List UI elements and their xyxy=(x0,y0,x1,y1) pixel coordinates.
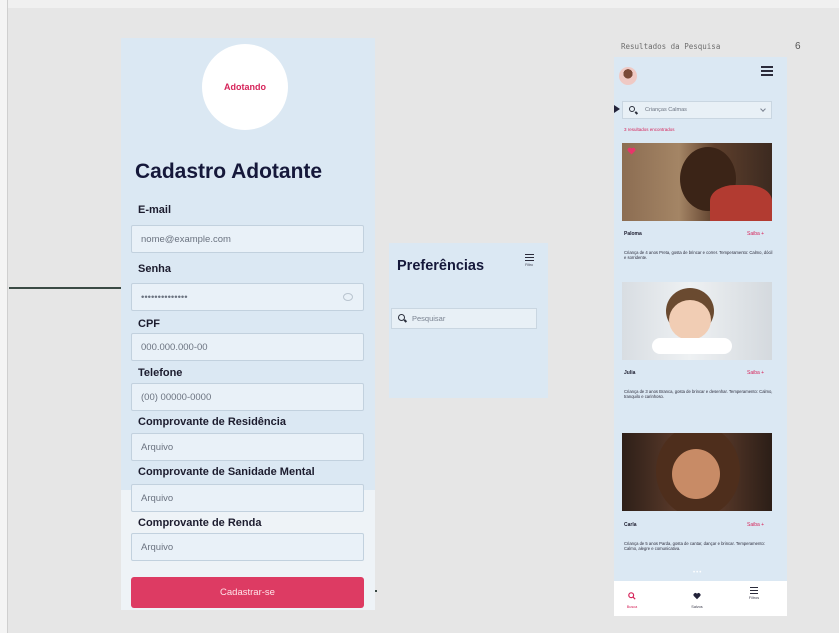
saiba-mais-link[interactable]: Saiba + xyxy=(747,370,764,376)
page-title: Cadastro Adotante xyxy=(135,160,323,183)
cpf-field[interactable]: 000.000.000-00 xyxy=(131,333,364,361)
arrow-right-icon xyxy=(614,105,620,113)
results-search-input[interactable]: Crianças Calmas xyxy=(622,101,772,119)
heart-icon[interactable] xyxy=(627,147,636,155)
results-frame-caption: Resultados da Pesquisa xyxy=(621,42,721,51)
hamburger-menu-icon[interactable] xyxy=(761,66,773,78)
canvas-top-strip xyxy=(8,0,839,8)
search-value: Crianças Calmas xyxy=(645,107,687,113)
nav-item-salvos[interactable]: Salvos xyxy=(682,587,712,609)
photo-shape xyxy=(669,300,711,340)
mental-health-proof-field[interactable]: Arquivo xyxy=(131,484,364,512)
logo: Adotando xyxy=(202,44,288,130)
nav-label: Busca xyxy=(626,605,638,609)
nav-item-busca[interactable]: Busca xyxy=(617,587,647,609)
search-placeholder: Pesquisar xyxy=(412,314,446,323)
search-icon xyxy=(628,592,636,600)
email-field[interactable]: nome@example.com xyxy=(131,225,364,253)
heart-icon xyxy=(693,592,701,600)
child-name: Paloma xyxy=(624,231,642,237)
nav-item-filtros[interactable]: Filtros xyxy=(739,587,769,600)
register-button[interactable]: Cadastrar-se xyxy=(131,577,364,608)
connector-line xyxy=(9,287,121,289)
phone-field[interactable]: (00) 00000-0000 xyxy=(131,383,364,411)
income-proof-label: Comprovante de Renda xyxy=(138,517,262,529)
mental-health-proof-label: Comprovante de Sanidade Mental xyxy=(138,466,315,478)
avatar[interactable] xyxy=(619,67,637,85)
password-label: Senha xyxy=(138,263,172,275)
password-value: •••••••••••••• xyxy=(141,292,188,303)
phone-label: Telefone xyxy=(138,367,183,379)
residence-proof-field[interactable]: Arquivo xyxy=(131,433,364,461)
preferences-search-input[interactable]: Pesquisar xyxy=(391,308,537,329)
child-photo[interactable] xyxy=(622,282,772,360)
frame-number: 6 xyxy=(795,41,801,52)
search-icon xyxy=(629,106,635,112)
cpf-label: CPF xyxy=(138,318,160,330)
income-proof-field[interactable]: Arquivo xyxy=(131,533,364,561)
child-name: Carla xyxy=(624,522,637,528)
child-description: Criança de 5 anos Parda, gosta de cantar… xyxy=(624,541,765,552)
photo-shape xyxy=(710,185,772,221)
photo-shape xyxy=(672,449,720,499)
more-indicator: ••• xyxy=(693,570,703,576)
filter-menu-button[interactable]: Filtro xyxy=(522,254,536,267)
nav-label: Salvos xyxy=(691,605,703,609)
child-description: Criança de 3 anos Branca, gosta de brinc… xyxy=(624,389,773,400)
saiba-mais-link[interactable]: Saiba + xyxy=(747,522,764,528)
search-icon xyxy=(398,314,405,321)
filter-icon xyxy=(750,587,758,595)
residence-proof-label: Comprovante de Residência xyxy=(138,416,286,428)
email-label: E-mail xyxy=(138,204,172,216)
child-description: Criança de 4 anos Preta, gosta de brinca… xyxy=(624,250,773,261)
photo-shape xyxy=(652,338,732,354)
results-frame: Crianças Calmas 3 resultados encontrados… xyxy=(614,57,787,616)
menu-icon xyxy=(524,254,534,262)
logo-text: Adotando xyxy=(224,82,266,92)
nav-label: Filtros xyxy=(748,595,760,600)
child-photo[interactable] xyxy=(622,433,772,511)
bottom-nav: Busca Salvos Filtros xyxy=(614,581,787,616)
cadastro-frame: Adotando Cadastro Adotante E-mail nome@e… xyxy=(121,38,375,610)
filter-menu-label: Filtro xyxy=(525,262,533,267)
eye-icon[interactable] xyxy=(343,293,353,301)
result-count: 3 resultados encontrados xyxy=(624,127,675,132)
password-field[interactable]: •••••••••••••• xyxy=(131,283,364,311)
preferences-title: Preferências xyxy=(397,258,485,274)
saiba-mais-link[interactable]: Saiba + xyxy=(747,231,764,237)
chevron-down-icon[interactable] xyxy=(760,106,766,112)
preferences-frame: Preferências Filtro Pesquisar xyxy=(389,243,548,398)
child-photo[interactable] xyxy=(622,143,772,221)
canvas-left-edge xyxy=(0,0,8,633)
child-name: Julia xyxy=(624,370,636,376)
